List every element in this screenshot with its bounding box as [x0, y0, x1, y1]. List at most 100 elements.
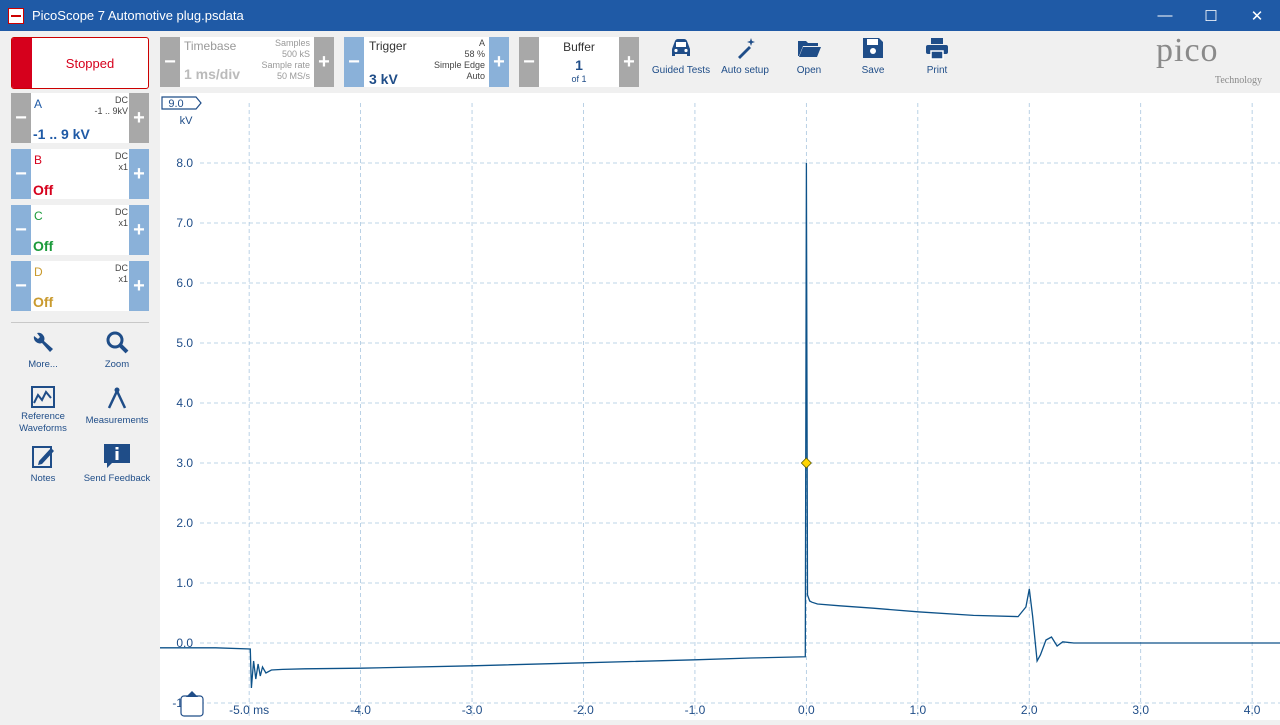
- y-tick-label: 3.0: [176, 456, 193, 470]
- x-tick-label: 2.0: [1021, 703, 1038, 717]
- x-tick-label: -4.0: [350, 703, 371, 717]
- trigger-type: Simple Edge: [433, 60, 485, 70]
- channel-d-range[interactable]: Off: [33, 294, 53, 310]
- y-axis-unit: kV: [180, 115, 194, 127]
- x-tick-label: -1.0: [685, 703, 706, 717]
- waveform-plot[interactable]: -1.00.01.02.03.04.05.06.07.08.0 -5.0 ms-…: [160, 93, 1280, 720]
- channel-a-probe: -1 .. 9kV: [94, 106, 128, 116]
- timebase-value[interactable]: 1 ms/div: [184, 66, 240, 82]
- magnifier-icon: [106, 331, 129, 354]
- open-button[interactable]: Open: [779, 35, 839, 76]
- channel-c-probe: x1: [118, 218, 128, 228]
- trigger-details: A 58 % Simple Edge Auto: [434, 38, 485, 82]
- compass-icon: [107, 387, 127, 409]
- ruler-handle-box: [180, 695, 204, 717]
- buffer-value[interactable]: 1: [539, 57, 619, 73]
- buffer-plus-button[interactable]: +: [619, 37, 639, 87]
- channel-a-range[interactable]: -1 .. 9 kV: [33, 126, 90, 142]
- y-tick-label: 1.0: [176, 576, 193, 590]
- channel-c-range[interactable]: Off: [33, 238, 53, 254]
- channel-b-plus-button[interactable]: +: [129, 149, 149, 199]
- trigger-minus-button[interactable]: −: [344, 37, 364, 87]
- timebase-plus-button[interactable]: +: [314, 37, 334, 87]
- trigger-marker[interactable]: [800, 457, 812, 469]
- channel-c-name: C: [34, 209, 43, 223]
- channel-c-minus-button[interactable]: −: [11, 205, 31, 255]
- channel-b-minus-button[interactable]: −: [11, 149, 31, 199]
- y-axis-labels: -1.00.01.02.03.04.05.06.07.08.0: [172, 156, 193, 710]
- folder-open-icon: [798, 41, 821, 57]
- send-feedback-button[interactable]: Send Feedback: [82, 443, 152, 485]
- samples-value: 500 kS: [281, 49, 310, 59]
- zoom-label: Zoom: [104, 359, 130, 370]
- channel-c-plus-button[interactable]: +: [129, 205, 149, 255]
- run-state-label: Stopped: [65, 55, 115, 71]
- notes-button[interactable]: Notes: [8, 443, 78, 485]
- y-tick-label: 8.0: [176, 156, 193, 170]
- channel-d-probe: x1: [118, 274, 128, 284]
- app-icon: [8, 7, 24, 24]
- magic-wand-icon: [738, 38, 755, 59]
- samples-label: Samples: [274, 38, 310, 48]
- print-button[interactable]: Print: [907, 35, 967, 76]
- channel-d-coupling-mode: DC: [115, 263, 128, 273]
- sidebar: − A DC -1 .. 9kV -1 .. 9 kV + − B DC x1 Of…: [0, 93, 160, 720]
- y-tick-label: 2.0: [176, 516, 193, 530]
- trigger-plus-button[interactable]: +: [489, 37, 509, 87]
- timebase-control: − Timebase 1 ms/div Samples 500 kS Sampl…: [160, 37, 334, 87]
- auto-setup-button[interactable]: Auto setup: [715, 35, 775, 76]
- timebase-details: Samples 500 kS Sample rate 50 MS/s: [261, 38, 310, 82]
- notes-label: Notes: [30, 473, 56, 484]
- zoom-button[interactable]: Zoom: [82, 329, 152, 371]
- channel-a-name: A: [34, 97, 43, 111]
- channel-d-minus-button[interactable]: −: [11, 261, 31, 311]
- buffer-control: − Buffer 1 of 1 +: [519, 37, 639, 87]
- reference-waveforms-label: Reference Waveforms: [19, 411, 67, 434]
- save-button[interactable]: Save: [843, 35, 903, 76]
- run-stop-button[interactable]: Stopped: [11, 37, 149, 89]
- channel-b-control: − B DC x1 Off +: [11, 149, 149, 199]
- minimize-button[interactable]: —: [1142, 0, 1188, 31]
- channel-a-plus-button[interactable]: +: [129, 93, 149, 143]
- close-button[interactable]: ✕: [1234, 0, 1280, 31]
- reference-waveforms-button[interactable]: Reference Waveforms: [8, 385, 78, 435]
- ruler-handle[interactable]: [180, 691, 204, 717]
- y-axis-top-marker[interactable]: 9.0 kV: [161, 96, 202, 127]
- channel-b-coupling: DC x1: [115, 151, 128, 173]
- title-bar: PicoScope 7 Automotive plug.psdata — ☐ ✕: [0, 0, 1280, 31]
- channel-a-control: − A DC -1 .. 9kV -1 .. 9 kV +: [11, 93, 149, 143]
- sample-rate-value: 50 MS/s: [276, 71, 310, 81]
- trigger-label: Trigger: [369, 39, 407, 53]
- more-label: More...: [28, 359, 58, 370]
- ruler-handle-arrow: [186, 691, 198, 697]
- x-tick-label: 3.0: [1132, 703, 1149, 717]
- timebase-minus-button[interactable]: −: [160, 37, 180, 87]
- x-tick-label: -5.0 ms: [229, 703, 269, 717]
- channel-d-plus-button[interactable]: +: [129, 261, 149, 311]
- channel-a-minus-button[interactable]: −: [11, 93, 31, 143]
- guided-tests-label: Guided Tests: [651, 65, 711, 76]
- scope-view[interactable]: -1.00.01.02.03.04.05.06.07.08.0 -5.0 ms-…: [160, 93, 1280, 720]
- trigger-value[interactable]: 3 kV: [369, 71, 398, 87]
- trigger-mode: Auto: [466, 71, 485, 81]
- channel-b-range[interactable]: Off: [33, 182, 53, 198]
- measurements-label: Measurements: [85, 415, 149, 426]
- trigger-percent: 58 %: [464, 49, 485, 59]
- wrench-icon: [33, 332, 53, 352]
- maximize-button[interactable]: ☐: [1188, 0, 1234, 31]
- channel-c-control: − C DC x1 Off +: [11, 205, 149, 255]
- save-icon: [863, 38, 883, 58]
- guided-tests-button[interactable]: Guided Tests: [651, 35, 711, 76]
- save-label: Save: [861, 65, 885, 76]
- feedback-icon: [104, 444, 130, 468]
- y-tick-label: 6.0: [176, 276, 193, 290]
- buffer-minus-button[interactable]: −: [519, 37, 539, 87]
- measurements-button[interactable]: Measurements: [82, 385, 152, 427]
- x-tick-label: 4.0: [1244, 703, 1261, 717]
- channel-d-name: D: [34, 265, 43, 279]
- plot-grid: [200, 103, 1280, 718]
- reference-waveform-icon: [31, 386, 55, 408]
- trigger-channel: A: [478, 38, 485, 48]
- more-button[interactable]: More...: [8, 329, 78, 371]
- window-title: PicoScope 7 Automotive plug.psdata: [32, 8, 244, 23]
